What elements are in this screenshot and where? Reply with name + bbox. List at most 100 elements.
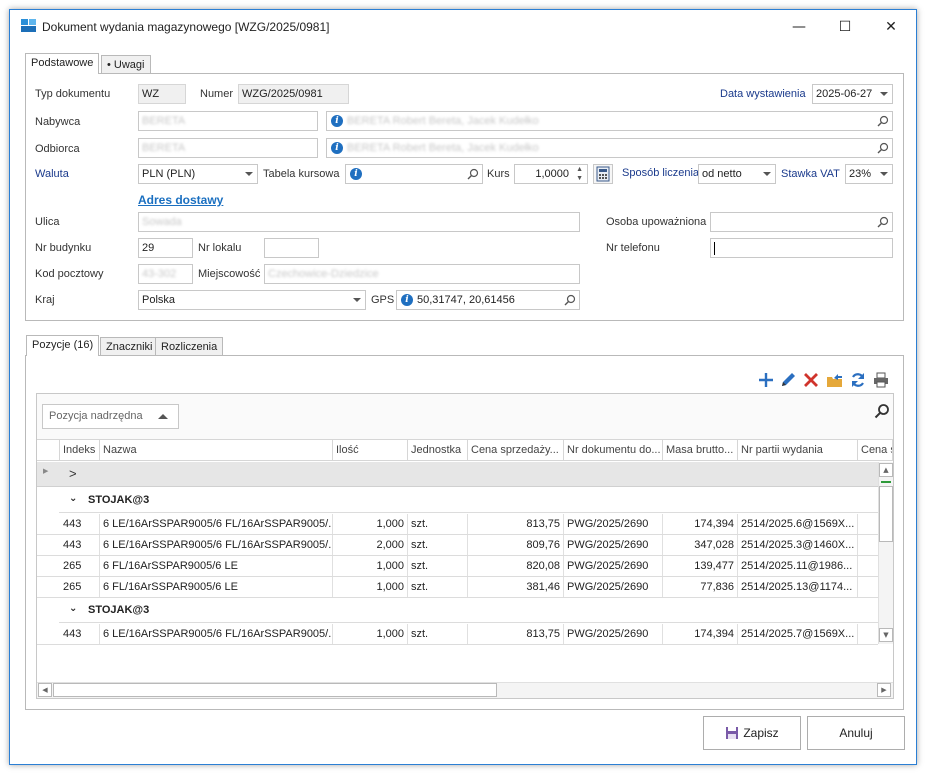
add-icon[interactable] [757, 371, 775, 389]
chevron-down-icon[interactable] [880, 92, 888, 96]
odbiorca-name-field[interactable]: i BERETA Robert Bereta, Jacek Kudełko [326, 138, 893, 158]
print-icon[interactable] [872, 371, 890, 389]
info-icon[interactable]: i [401, 294, 413, 306]
info-icon[interactable]: i [350, 168, 362, 180]
cell-ilosc: 1,000 [333, 556, 408, 576]
table-row[interactable]: 443 6 LE/16ArSSPAR9005/6 FL/16ArSSPAR900… [37, 624, 878, 645]
nabywca-name-field[interactable]: i BERETA Robert Bereta, Jacek Kudełko [326, 111, 893, 131]
scroll-up-icon[interactable]: ▲ [879, 463, 893, 477]
kurs-field[interactable]: 1,0000 ▲ ▼ [514, 164, 588, 184]
chevron-down-icon[interactable] [353, 298, 361, 302]
save-button[interactable]: Zapisz [703, 716, 801, 750]
table-row[interactable]: 443 6 LE/16ArSSPAR9005/6 FL/16ArSSPAR900… [37, 535, 878, 556]
positions-grid: Pozycja nadrzędna Indeks Nazwa Ilość Jed… [36, 393, 894, 699]
stawka-select[interactable]: 23% [845, 164, 893, 184]
data-field[interactable]: 2025-06-27 [812, 84, 893, 104]
search-icon[interactable] [467, 168, 479, 180]
tab-rozliczenia[interactable]: Rozliczenia [155, 337, 224, 356]
grid-header: Indeks Nazwa Ilość Jednostka Cena sprzed… [37, 439, 893, 461]
col-nazwa[interactable]: Nazwa [100, 440, 333, 461]
row-indicator-icon: ▶ [43, 467, 49, 475]
search-icon[interactable] [564, 294, 576, 306]
kod-field[interactable]: 43-302 [138, 264, 193, 284]
nabywca-name: BERETA Robert Bereta, Jacek Kudełko [347, 115, 539, 127]
sposob-select[interactable]: od netto [698, 164, 776, 184]
vertical-scrollbar[interactable]: ▲ ▼ [878, 462, 893, 644]
export-icon[interactable] [826, 371, 844, 389]
kraj-select[interactable]: Polska [138, 290, 366, 310]
spinner-icon[interactable]: ▲ ▼ [576, 165, 583, 183]
col-jednostka[interactable]: Jednostka [408, 440, 468, 461]
nabywca-code-field[interactable]: BERETA [138, 111, 318, 131]
close-button[interactable]: ✕ [868, 14, 914, 40]
osoba-field[interactable] [710, 212, 893, 232]
search-icon[interactable] [877, 142, 889, 154]
miejsc-field[interactable]: Czechowice-Dziedzice [264, 264, 580, 284]
info-icon[interactable]: i [331, 142, 343, 154]
search-icon[interactable] [874, 403, 890, 419]
table-row[interactable]: 265 6 FL/16ArSSPAR9005/6 LE 1,000 szt. 8… [37, 556, 878, 577]
cell-nazwa: 6 FL/16ArSSPAR9005/6 LE [100, 577, 333, 597]
tab-pozycje[interactable]: Pozycje (16) [26, 335, 100, 356]
kraj-label: Kraj [35, 294, 55, 306]
group-by-button[interactable]: Pozycja nadrzędna [42, 404, 179, 429]
nrbud-field[interactable]: 29 [138, 238, 193, 258]
refresh-icon[interactable] [849, 371, 867, 389]
chevron-down-icon[interactable]: ⌄ [69, 493, 77, 504]
cancel-button[interactable]: Anuluj [807, 716, 905, 750]
calculator-button[interactable] [593, 164, 613, 184]
scroll-right-icon[interactable]: ▶ [877, 683, 891, 697]
tel-field[interactable] [710, 238, 893, 258]
tab-podstawowe[interactable]: Podstawowe [25, 53, 100, 74]
tab-uwagi[interactable]: • Uwagi [101, 55, 151, 74]
ulica-field[interactable]: Sowada [138, 212, 580, 232]
horizontal-scrollbar[interactable]: ◀ ▶ [37, 682, 893, 698]
sposob-value: od netto [702, 168, 742, 180]
cell-nr-dokumentu: PWG/2025/2690 [564, 556, 663, 576]
cell-indeks: 265 [60, 577, 100, 597]
chevron-down-icon[interactable] [763, 172, 771, 176]
delete-icon[interactable] [802, 371, 820, 389]
table-row[interactable]: 265 6 FL/16ArSSPAR9005/6 LE 1,000 szt. 3… [37, 577, 878, 598]
info-icon[interactable]: i [331, 115, 343, 127]
tabela-label: Tabela kursowa [263, 168, 340, 180]
odbiorca-code-field[interactable]: BERETA [138, 138, 318, 158]
edit-icon[interactable] [779, 371, 797, 389]
cell-jednostka: szt. [408, 535, 468, 555]
gps-field[interactable]: i 50,31747, 20,61456 [396, 290, 580, 310]
chevron-down-icon[interactable] [880, 172, 888, 176]
waluta-select[interactable]: PLN (PLN) [138, 164, 258, 184]
cell-masa: 174,394 [663, 514, 738, 534]
tab-znaczniki[interactable]: Znaczniki [100, 337, 159, 356]
nrlok-field[interactable] [264, 238, 319, 258]
col-indeks[interactable]: Indeks [60, 440, 100, 461]
stawka-label: Stawka VAT [781, 168, 840, 180]
scroll-down-icon[interactable]: ▼ [879, 628, 893, 642]
col-nr-dokumentu[interactable]: Nr dokumentu do... [564, 440, 663, 461]
data-label: Data wystawienia [720, 88, 806, 100]
scroll-thumb[interactable] [53, 683, 497, 697]
chevron-down-icon[interactable]: ⌄ [69, 603, 77, 614]
col-cena[interactable]: Cena sprzedaży... [468, 440, 564, 461]
col-masa[interactable]: Masa brutto... [663, 440, 738, 461]
group-row[interactable]: ⌄ STOJAK@3 [59, 598, 878, 623]
scroll-thumb[interactable] [879, 486, 893, 542]
tabela-field[interactable]: i [345, 164, 483, 184]
chevron-down-icon[interactable] [245, 172, 253, 176]
kraj-value: Polska [142, 294, 176, 306]
expander-row[interactable]: ▶ > [37, 462, 878, 487]
adres-dostawy-link[interactable]: Adres dostawy [138, 193, 223, 207]
search-icon[interactable] [877, 115, 889, 127]
cell-masa: 347,028 [663, 535, 738, 555]
col-nr-partii[interactable]: Nr partii wydania [738, 440, 858, 461]
search-icon[interactable] [877, 216, 889, 228]
table-row[interactable]: 443 6 LE/16ArSSPAR9005/6 FL/16ArSSPAR900… [37, 514, 878, 535]
scroll-left-icon[interactable]: ◀ [38, 683, 52, 697]
maximize-button[interactable]: ☐ [822, 14, 868, 40]
minimize-button[interactable]: — [776, 14, 822, 40]
col-cena-s[interactable]: Cena s [858, 440, 893, 461]
expand-chevron-icon[interactable]: > [69, 466, 77, 481]
group-row[interactable]: ⌄ STOJAK@3 [59, 488, 878, 513]
gps-label: GPS [371, 294, 395, 306]
col-ilosc[interactable]: Ilość [333, 440, 408, 461]
